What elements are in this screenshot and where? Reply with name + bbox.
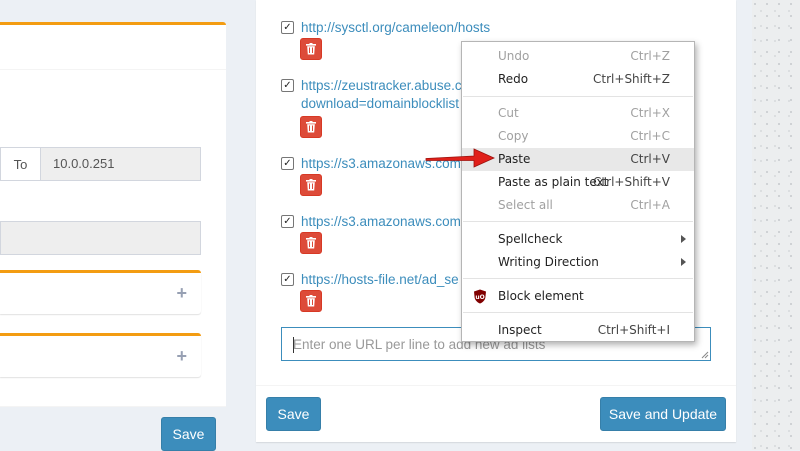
trash-icon — [306, 295, 316, 307]
disabled-input[interactable] — [0, 221, 201, 255]
menu-item-cut[interactable]: Cut Ctrl+X — [462, 102, 694, 125]
card-footer-divider — [256, 385, 736, 386]
adlist-url-link[interactable]: https://hosts-file.net/ad_se — [301, 271, 459, 289]
box-footer-divider — [0, 406, 226, 407]
svg-text:uO: uO — [475, 294, 484, 301]
menu-item-undo[interactable]: Undo Ctrl+Z — [462, 45, 694, 68]
menu-item-shortcut: Ctrl+V — [630, 152, 670, 166]
menu-item-select-all[interactable]: Select all Ctrl+A — [462, 194, 694, 217]
menu-item-shortcut: Ctrl+Z — [630, 49, 670, 63]
ublock-origin-icon: uO — [474, 289, 486, 304]
save-button[interactable]: Save — [266, 397, 321, 431]
menu-item-paste[interactable]: Paste Ctrl+V — [462, 148, 694, 171]
range-to-addon: To — [1, 148, 41, 180]
trash-icon — [306, 121, 316, 133]
box-header-divider — [0, 69, 226, 70]
enable-checkbox[interactable]: ✓ — [281, 21, 294, 34]
enable-checkbox[interactable]: ✓ — [281, 215, 294, 228]
menu-item-label: Select all — [498, 198, 553, 212]
menu-separator — [463, 96, 693, 97]
menu-item-label: Undo — [498, 49, 530, 63]
enable-checkbox[interactable]: ✓ — [281, 157, 294, 170]
menu-item-block-element[interactable]: uO Block element — [462, 285, 694, 308]
delete-button[interactable] — [300, 232, 322, 254]
save-and-update-button[interactable]: Save and Update — [600, 397, 726, 431]
menu-item-shortcut: Ctrl+X — [630, 106, 670, 120]
adlist-url-link[interactable]: https://s3.amazonaws.com/ — [301, 213, 465, 231]
menu-separator — [463, 312, 693, 313]
expand-plus-icon[interactable]: + — [176, 283, 187, 304]
collapsed-section-2[interactable]: + — [0, 333, 201, 377]
delete-button[interactable] — [300, 174, 322, 196]
menu-item-label: Copy — [498, 129, 529, 143]
menu-item-redo[interactable]: Redo Ctrl+Shift+Z — [462, 68, 694, 91]
trash-icon — [306, 43, 316, 55]
background-texture — [752, 0, 800, 450]
adlist-url-link[interactable]: http://sysctl.org/cameleon/hosts — [301, 19, 490, 37]
range-to-input[interactable]: 10.0.0.251 — [41, 148, 114, 180]
menu-item-shortcut: Ctrl+Shift+V — [593, 175, 670, 189]
menu-item-label: Inspect — [498, 323, 542, 337]
submenu-arrow-icon — [681, 258, 686, 266]
enable-checkbox[interactable]: ✓ — [281, 273, 294, 286]
text-caret — [293, 337, 294, 353]
dhcp-range-to-group: To 10.0.0.251 — [0, 147, 201, 181]
resize-handle-icon[interactable] — [701, 351, 709, 359]
menu-item-shortcut: Ctrl+Shift+Z — [593, 72, 670, 86]
menu-item-shortcut: Ctrl+C — [630, 129, 670, 143]
enable-checkbox[interactable]: ✓ — [281, 79, 294, 92]
trash-icon — [306, 237, 316, 249]
menu-item-label: Cut — [498, 106, 519, 120]
delete-button[interactable] — [300, 38, 322, 60]
menu-item-paste-plain-text[interactable]: Paste as plain text Ctrl+Shift+V — [462, 171, 694, 194]
trash-icon — [306, 179, 316, 191]
menu-separator — [463, 278, 693, 279]
menu-separator — [463, 221, 693, 222]
menu-item-shortcut: Ctrl+A — [630, 198, 670, 212]
menu-item-writing-direction[interactable]: Writing Direction — [462, 251, 694, 274]
menu-item-label: Redo — [498, 72, 529, 86]
menu-item-inspect[interactable]: Inspect Ctrl+Shift+I — [462, 319, 694, 342]
submenu-arrow-icon — [681, 235, 686, 243]
menu-item-shortcut: Ctrl+Shift+I — [597, 323, 670, 337]
collapsed-section-1[interactable]: + — [0, 270, 201, 314]
context-menu: Undo Ctrl+Z Redo Ctrl+Shift+Z Cut Ctrl+X… — [461, 41, 695, 342]
adlist-url-link[interactable]: https://zeustracker.abuse.c — [301, 77, 462, 95]
left-save-button[interactable]: Save — [161, 417, 216, 451]
menu-item-label: Spellcheck — [498, 232, 563, 246]
menu-item-spellcheck[interactable]: Spellcheck — [462, 228, 694, 251]
menu-item-label: Block element — [498, 289, 584, 303]
left-panel: To 10.0.0.251 + + Save — [0, 0, 226, 451]
red-pointer-arrow-icon — [425, 148, 495, 168]
menu-item-label: Writing Direction — [498, 255, 599, 269]
adlist-url-link-continued[interactable]: download=domainblocklist — [301, 95, 459, 113]
expand-plus-icon[interactable]: + — [176, 346, 187, 367]
menu-item-copy[interactable]: Copy Ctrl+C — [462, 125, 694, 148]
delete-button[interactable] — [300, 290, 322, 312]
menu-item-label: Paste — [498, 152, 531, 166]
menu-item-label: Paste as plain text — [498, 175, 609, 189]
delete-button[interactable] — [300, 116, 322, 138]
